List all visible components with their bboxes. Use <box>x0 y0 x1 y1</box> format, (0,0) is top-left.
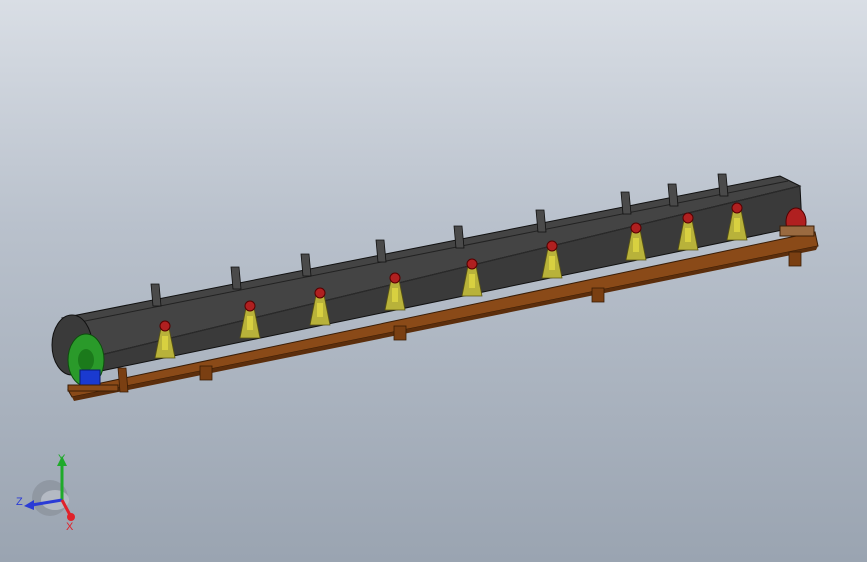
cad-viewport[interactable]: Y Z X <box>0 0 867 562</box>
z-axis-label: Z <box>16 496 23 508</box>
x-axis-label: X <box>66 521 74 533</box>
orientation-triad: Y Z X <box>16 453 75 533</box>
y-axis-label: Y <box>58 453 66 465</box>
